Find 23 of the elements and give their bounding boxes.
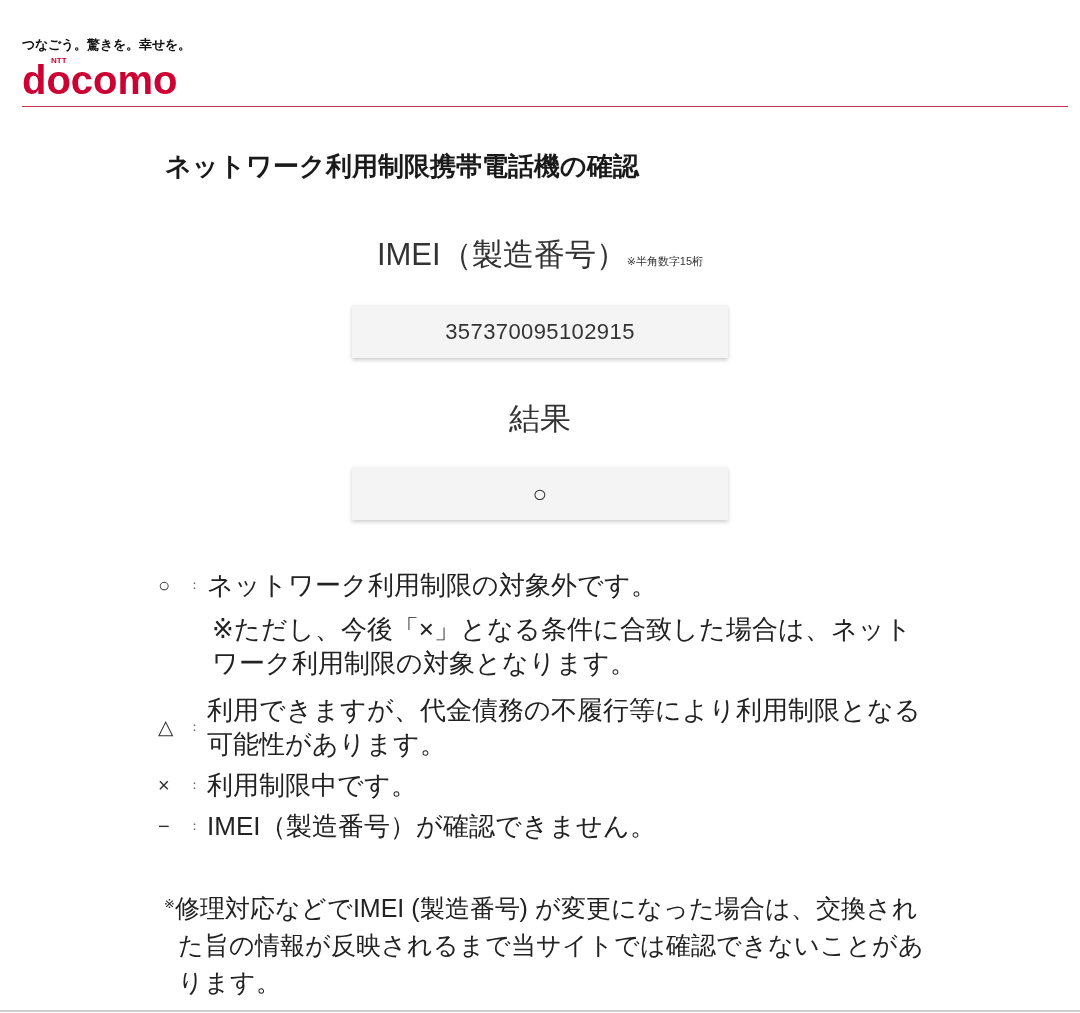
logo-ntt-mark: NTT xyxy=(51,57,67,65)
result-label: 結果 xyxy=(509,400,571,438)
status-description: ネットワーク利用制限の対象外です。 xyxy=(207,569,658,602)
status-description: 利用できますが、代金債務の不履行等により利用制限となる可能性があります。 xyxy=(207,694,922,761)
separator-colon: ： xyxy=(188,718,201,736)
separator-colon: ： xyxy=(188,776,201,794)
footnote-text: $^{※}$修理対応などでIMEI (製造番号) が変更になった場合は、交換された旨の情報が反映されるまで当サイトでは確認できないことがあります。 xyxy=(164,893,925,998)
imei-note: ※半角数字15桁 xyxy=(626,254,704,268)
status-symbol: × xyxy=(158,774,170,796)
status-description: IMEI（製造番号）が確認できません。 xyxy=(207,810,658,843)
status-description: 利用制限中です。 xyxy=(207,769,418,802)
imei-field[interactable]: 357370095102915 xyxy=(352,305,728,358)
tagline: つなごう。驚きを。幸せを。 xyxy=(22,37,191,53)
logo-wordmark: docomo xyxy=(22,65,178,95)
imei-label: IMEI（製造番号） xyxy=(376,236,627,274)
result-display: ○ xyxy=(352,467,728,520)
status-note: ※ただし、今後「×」となる条件に合致した場合は、ネットワーク利用制限の対象となります。 xyxy=(211,613,913,680)
separator-colon: ： xyxy=(188,817,201,835)
status-symbol: △ xyxy=(158,716,174,738)
page-title: ネットワーク利用制限携帯電話機の確認 xyxy=(165,151,641,181)
status-symbol: − xyxy=(158,815,170,837)
status-symbol: ○ xyxy=(158,574,171,596)
separator-colon: ： xyxy=(188,576,201,594)
